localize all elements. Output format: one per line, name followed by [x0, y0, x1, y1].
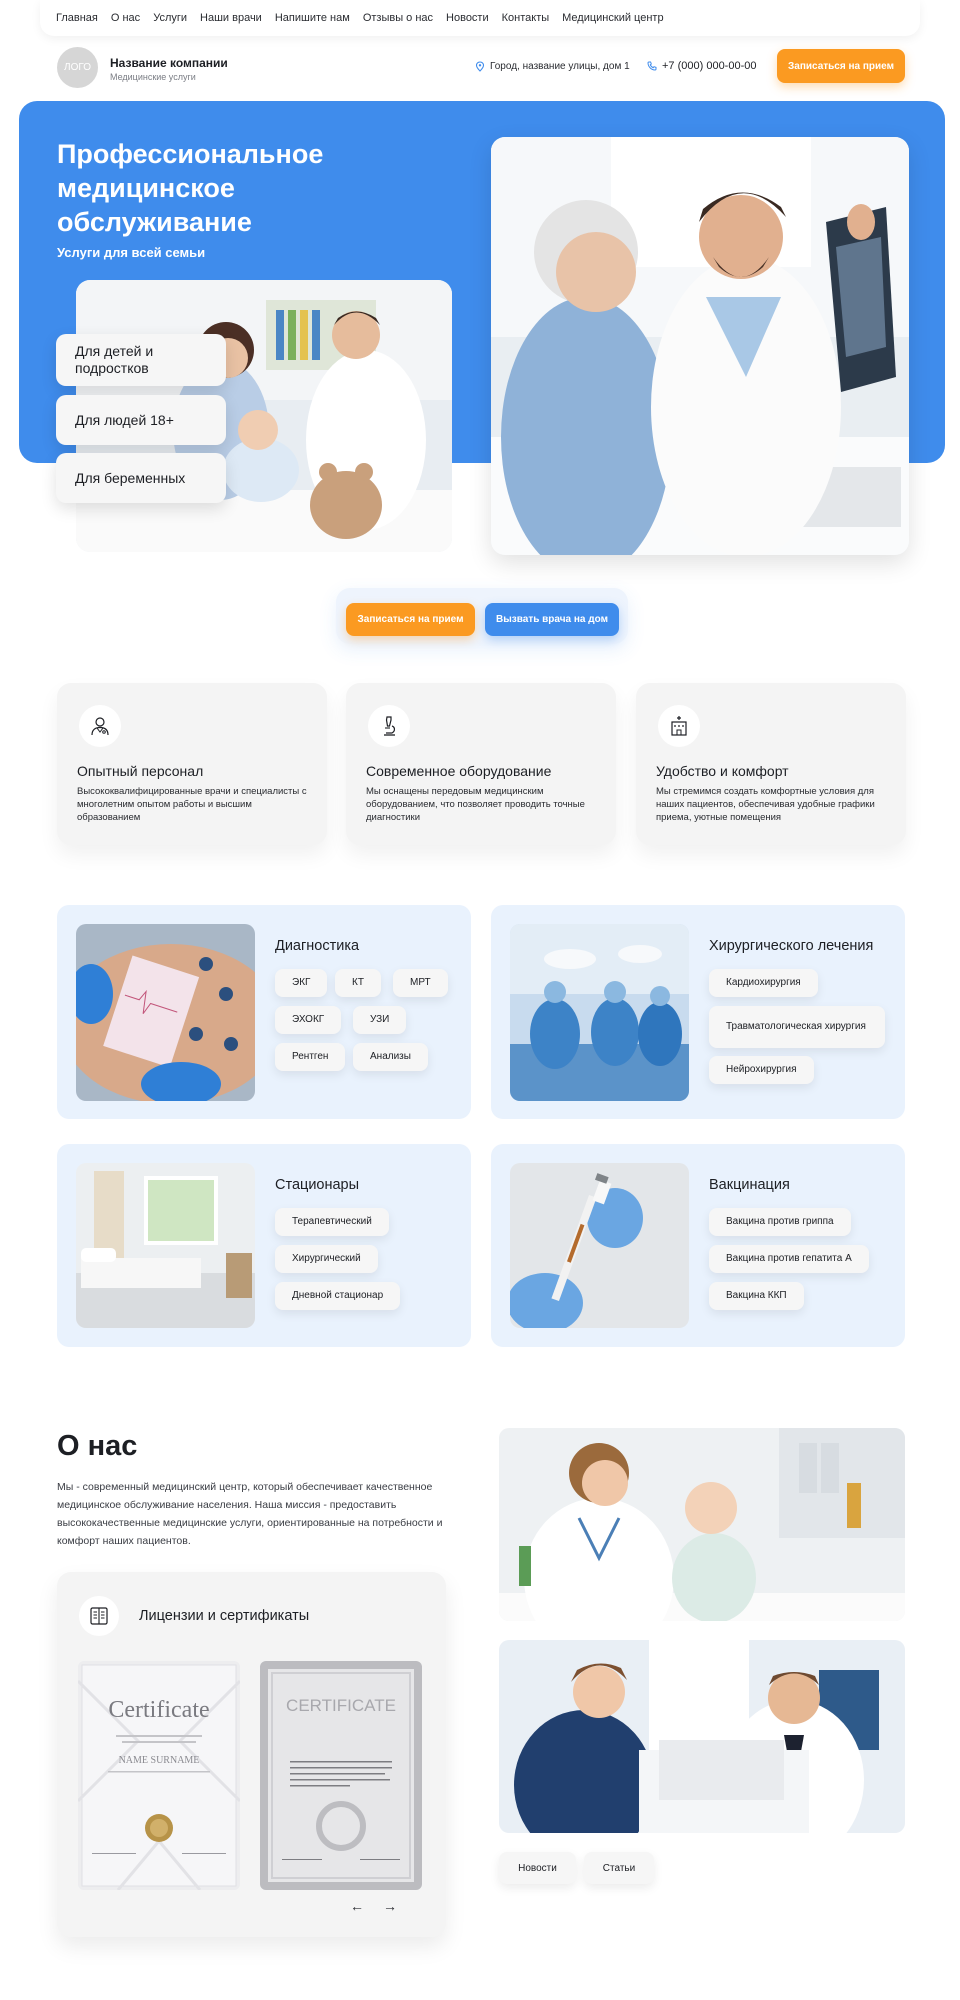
vaccine-syringe-photo — [510, 1163, 689, 1328]
service-tag-flu-vaccine[interactable]: Вакцина против гриппа — [709, 1208, 851, 1236]
hospital-ward-photo — [76, 1163, 255, 1328]
feature-text: Мы оснащены передовым медицинским оборуд… — [366, 786, 585, 823]
licenses-title: Лицензии и сертификаты — [139, 1608, 310, 1624]
certificate-2-title: CERTIFICATE — [286, 1696, 396, 1715]
doctor-consultation-photo — [499, 1640, 905, 1833]
certificate-2[interactable]: CERTIFICATE — [260, 1661, 422, 1890]
service-card-hospital[interactable]: Стационары Терапевтический Хирургический… — [57, 1144, 471, 1347]
service-tag-neurosurgery[interactable]: Нейрохирургия — [709, 1056, 814, 1084]
doctor-icon — [79, 705, 121, 747]
carousel-next-arrow[interactable]: → — [383, 1898, 397, 1914]
nav-item-about[interactable]: О нас — [111, 12, 140, 24]
service-tag-day-hospital[interactable]: Дневной стационар — [275, 1282, 401, 1310]
service-tag-mmr-vaccine[interactable]: Вакцина ККП — [709, 1282, 804, 1310]
service-tag-mri[interactable]: МРТ — [393, 969, 448, 997]
pill-children-teens[interactable]: Для детей и подростков — [56, 334, 226, 386]
microscope-icon — [368, 705, 410, 747]
location-pin-icon — [475, 61, 485, 72]
feature-text: Мы стремимся создать комфортные условия … — [656, 786, 875, 823]
operating-room-photo — [510, 924, 689, 1101]
service-tag-xray[interactable]: Рентген — [275, 1043, 346, 1071]
service-tag-ct[interactable]: КТ — [335, 969, 381, 997]
feature-card-comfort: Удобство и комфорт Мы стремимся создать … — [636, 683, 906, 845]
pill-pregnant[interactable]: Для беременных — [56, 453, 226, 503]
header-appointment-button[interactable]: Записаться на прием — [777, 49, 905, 83]
service-tag-cardiac-surgery[interactable]: Кардиохирургия — [709, 969, 818, 997]
nav-item-contacts[interactable]: Контакты — [502, 12, 550, 24]
tab-news[interactable]: Новости — [499, 1852, 576, 1884]
service-tag-therapeutic[interactable]: Терапевтический — [275, 1208, 389, 1236]
feature-title: Опытный персонал — [77, 763, 204, 779]
certificate-1-name: NAME SURNAME — [119, 1755, 200, 1766]
nav-item-doctors[interactable]: Наши врачи — [200, 12, 262, 24]
feature-text: Высококвалифицированные врачи и специали… — [77, 786, 307, 823]
service-tag-trauma-surgery[interactable]: Травматологическая хирургия — [709, 1006, 885, 1048]
nav-item-medical-center[interactable]: Медицинский центр — [562, 12, 663, 24]
feature-card-equipment: Современное оборудование Мы оснащены пер… — [346, 683, 616, 845]
nav-item-reviews[interactable]: Отзывы о нас — [363, 12, 433, 24]
service-card-vaccination[interactable]: Вакцинация Вакцина против гриппа Вакцина… — [491, 1144, 905, 1347]
service-tag-echo[interactable]: ЭХОКГ — [275, 1006, 342, 1034]
service-tag-hepatitis-vaccine[interactable]: Вакцина против гепатита А — [709, 1245, 869, 1273]
service-title: Вакцинация — [709, 1177, 790, 1193]
nav-item-home[interactable]: Главная — [56, 12, 98, 24]
certificate-1-title: Certificate — [108, 1697, 209, 1723]
nav-item-write-us[interactable]: Напишите нам — [275, 12, 350, 24]
top-navigation: Главная О нас Услуги Наши врачи Напишите… — [40, 0, 920, 36]
address-text: Город, название улицы, дом 1 — [490, 61, 630, 72]
hero-title: Профессиональное медицинское обслуживани… — [57, 139, 324, 237]
site-header: ЛОГО Название компании Медицинские услуг… — [57, 46, 907, 90]
phone[interactable]: +7 (000) 000-00-00 — [647, 60, 756, 72]
feature-title: Удобство и комфорт — [656, 763, 789, 779]
licenses-card: Лицензии и сертификаты Certificate NAME … — [57, 1572, 446, 1937]
carousel-prev-arrow[interactable]: ← — [350, 1898, 364, 1914]
address: Город, название улицы, дом 1 — [475, 61, 630, 72]
service-title: Хирургического лечения — [709, 938, 874, 954]
service-tag-surgical[interactable]: Хирургический — [275, 1245, 378, 1273]
ecg-patient-photo — [76, 924, 255, 1101]
cta-block: Записаться на прием Вызвать врача на дом — [336, 588, 628, 644]
service-tag-ultrasound[interactable]: УЗИ — [353, 1006, 407, 1034]
service-card-surgery[interactable]: Хирургического лечения Кардиохирургия Тр… — [491, 905, 905, 1119]
service-tag-tests[interactable]: Анализы — [353, 1043, 428, 1071]
company-name: Название компании — [110, 56, 228, 70]
service-tag-ecg[interactable]: ЭКГ — [275, 969, 328, 997]
company-subtitle: Медицинские услуги — [110, 72, 196, 82]
document-icon — [79, 1596, 119, 1636]
service-title: Диагностика — [275, 938, 360, 954]
nav-item-services[interactable]: Услуги — [153, 12, 187, 24]
feature-title: Современное оборудование — [366, 763, 552, 779]
service-card-diagnostics[interactable]: Диагностика ЭКГ КТ МРТ ЭХОКГ УЗИ Рентген… — [57, 905, 471, 1119]
certificate-1[interactable]: Certificate NAME SURNAME — [78, 1661, 240, 1890]
pediatrician-baby-photo — [499, 1428, 905, 1621]
about-text: Мы - современный медицинский центр, кото… — [57, 1481, 443, 1547]
logo[interactable]: ЛОГО — [57, 47, 98, 88]
about-title: О нас — [57, 1430, 138, 1462]
phone-number: +7 (000) 000-00-00 — [662, 60, 757, 72]
service-title: Стационары — [275, 1177, 360, 1193]
hospital-icon — [658, 705, 700, 747]
appointment-button[interactable]: Записаться на прием — [346, 603, 475, 636]
nav-item-news[interactable]: Новости — [446, 12, 489, 24]
pill-adults[interactable]: Для людей 18+ — [56, 395, 226, 445]
home-call-button[interactable]: Вызвать врача на дом — [485, 603, 619, 636]
doctor-xray-photo — [491, 137, 909, 555]
hero-subtitle: Услуги для всей семьи — [57, 245, 206, 260]
phone-icon — [647, 61, 657, 71]
tab-articles[interactable]: Статьи — [584, 1852, 654, 1884]
feature-card-staff: Опытный персонал Высококвалифицированные… — [57, 683, 327, 845]
